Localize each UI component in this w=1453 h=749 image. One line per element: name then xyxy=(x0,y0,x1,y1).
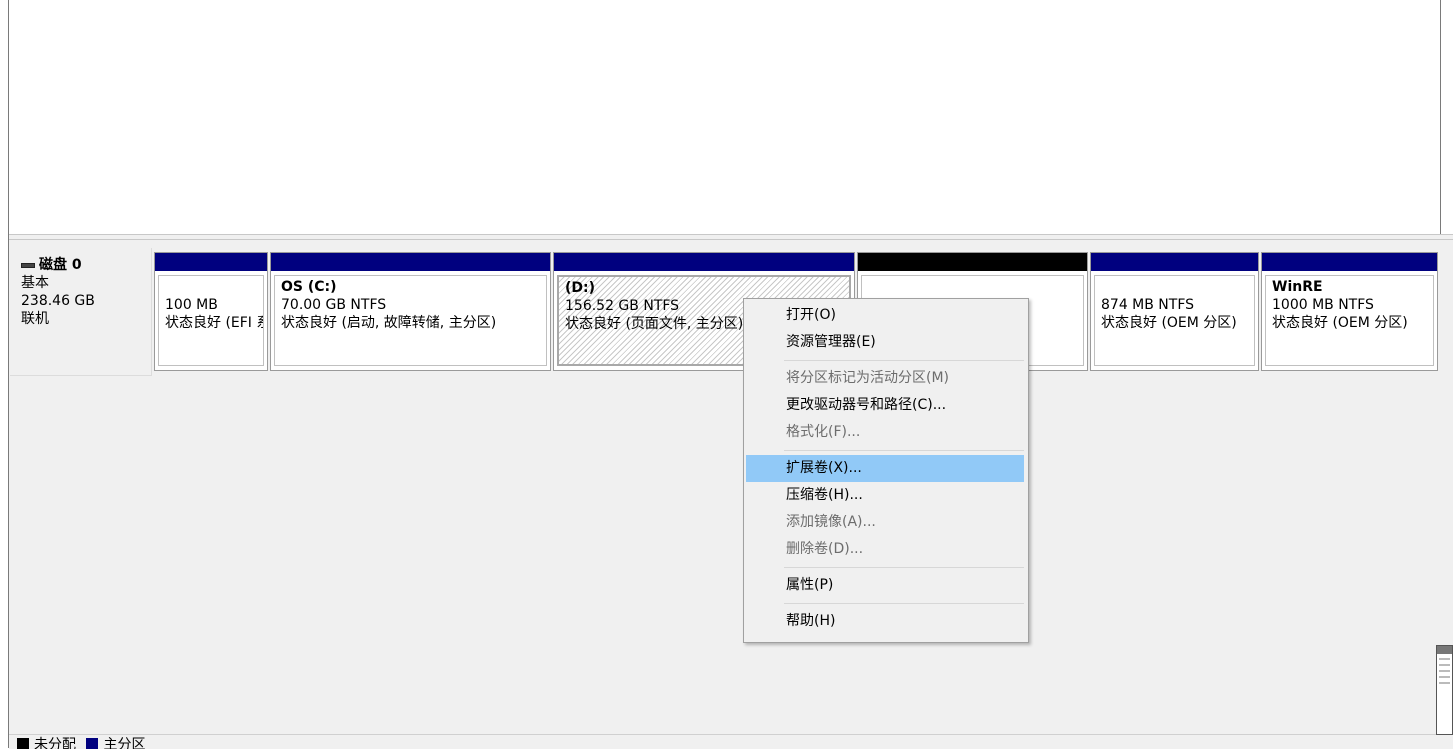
partition-status: 状态良好 (OEM 分区) xyxy=(1272,315,1408,331)
disk-name: 磁盘 0 xyxy=(39,257,82,273)
taskbar-thumbnail[interactable] xyxy=(1436,645,1453,735)
menu-item-mark-active: 将分区标记为活动分区(M) xyxy=(786,370,950,386)
partition-status: 状态良好 (EFI 系统分区) xyxy=(165,315,263,331)
disk-0-label[interactable]: 磁盘 0 基本 238.46 GB 联机 xyxy=(10,248,152,376)
legend-primary: 主分区 xyxy=(103,737,146,749)
menu-separator xyxy=(784,603,1024,604)
volume-list-right-border xyxy=(1440,0,1441,238)
partition-size: 70.00 GB NTFS xyxy=(281,297,387,313)
menu-item-format: 格式化(F)... xyxy=(786,424,861,440)
disk-drive-icon xyxy=(21,262,35,268)
menu-separator xyxy=(784,360,1024,361)
partition-context-menu: 打开(O) 资源管理器(E) 将分区标记为活动分区(M) 更改驱动器号和路径(C… xyxy=(743,298,1029,643)
menu-item-properties[interactable]: 属性(P) xyxy=(746,572,1024,599)
partition-status: 状态良好 (OEM 分区) xyxy=(1101,315,1237,331)
partition-details: WinRE 1000 MB NTFS 状态良好 (OEM 分区) xyxy=(1265,275,1434,366)
primary-partition-bar xyxy=(155,253,267,271)
partition-oem-1[interactable]: 874 MB NTFS 状态良好 (OEM 分区) xyxy=(1090,252,1259,371)
menu-item-delete-volume: 删除卷(D)... xyxy=(786,541,864,557)
disk-type: 基本 xyxy=(21,275,49,291)
primary-partition-bar xyxy=(271,253,550,271)
unallocated-bar xyxy=(858,253,1087,271)
disk-status: 联机 xyxy=(21,311,49,327)
menu-separator xyxy=(784,567,1024,568)
thumbnail-line xyxy=(1439,682,1450,684)
menu-item-help[interactable]: 帮助(H) xyxy=(746,608,1024,635)
disk-title: 磁盘 0 xyxy=(21,256,151,274)
thumbnail-line xyxy=(1439,670,1450,672)
legend: 未分配 主分区 xyxy=(9,734,1453,749)
partition-name: WinRE xyxy=(1272,279,1323,295)
legend-unallocated: 未分配 xyxy=(34,737,76,749)
partition-name xyxy=(165,278,257,296)
primary-partition-bar xyxy=(1091,253,1258,271)
partition-size: 100 MB xyxy=(165,297,218,313)
menu-item-add-mirror: 添加镜像(A)... xyxy=(786,514,876,530)
primary-partition-bar xyxy=(554,253,854,271)
partition-efi[interactable]: 100 MB 状态良好 (EFI 系统分区) xyxy=(154,252,268,371)
partition-details: 100 MB 状态良好 (EFI 系统分区) xyxy=(158,275,264,366)
menu-item-explorer[interactable]: 资源管理器(E) xyxy=(746,329,1024,356)
menu-item-shrink-volume[interactable]: 压缩卷(H)... xyxy=(746,482,1024,509)
thumbnail-line xyxy=(1439,658,1450,660)
partition-winre[interactable]: WinRE 1000 MB NTFS 状态良好 (OEM 分区) xyxy=(1261,252,1438,371)
menu-item-change-drive-letter[interactable]: 更改驱动器号和路径(C)... xyxy=(746,392,1024,419)
thumbnail-line xyxy=(1439,676,1450,678)
volume-list-pane[interactable] xyxy=(9,0,1440,234)
partition-name: (D:) xyxy=(565,280,596,296)
partition-status: 状态良好 (启动, 故障转储, 主分区) xyxy=(281,315,497,331)
disk-size: 238.46 GB xyxy=(21,293,95,309)
partition-c[interactable]: OS (C:) 70.00 GB NTFS 状态良好 (启动, 故障转储, 主分… xyxy=(270,252,551,371)
menu-item-extend-volume[interactable]: 扩展卷(X)... xyxy=(746,455,1024,482)
partition-name xyxy=(1101,278,1248,296)
partition-details: 874 MB NTFS 状态良好 (OEM 分区) xyxy=(1094,275,1255,366)
primary-swatch xyxy=(86,738,99,749)
partition-details: OS (C:) 70.00 GB NTFS 状态良好 (启动, 故障转储, 主分… xyxy=(274,275,547,366)
thumbnail-line xyxy=(1439,664,1450,666)
primary-partition-bar xyxy=(1262,253,1437,271)
unallocated-swatch xyxy=(17,738,29,749)
partition-size: 1000 MB NTFS xyxy=(1272,297,1374,313)
menu-item-open[interactable]: 打开(O) xyxy=(746,302,1024,329)
menu-separator xyxy=(784,450,1024,451)
thumbnail-header xyxy=(1437,646,1452,654)
partition-name: OS (C:) xyxy=(281,279,337,295)
partition-size: 874 MB NTFS xyxy=(1101,297,1195,313)
